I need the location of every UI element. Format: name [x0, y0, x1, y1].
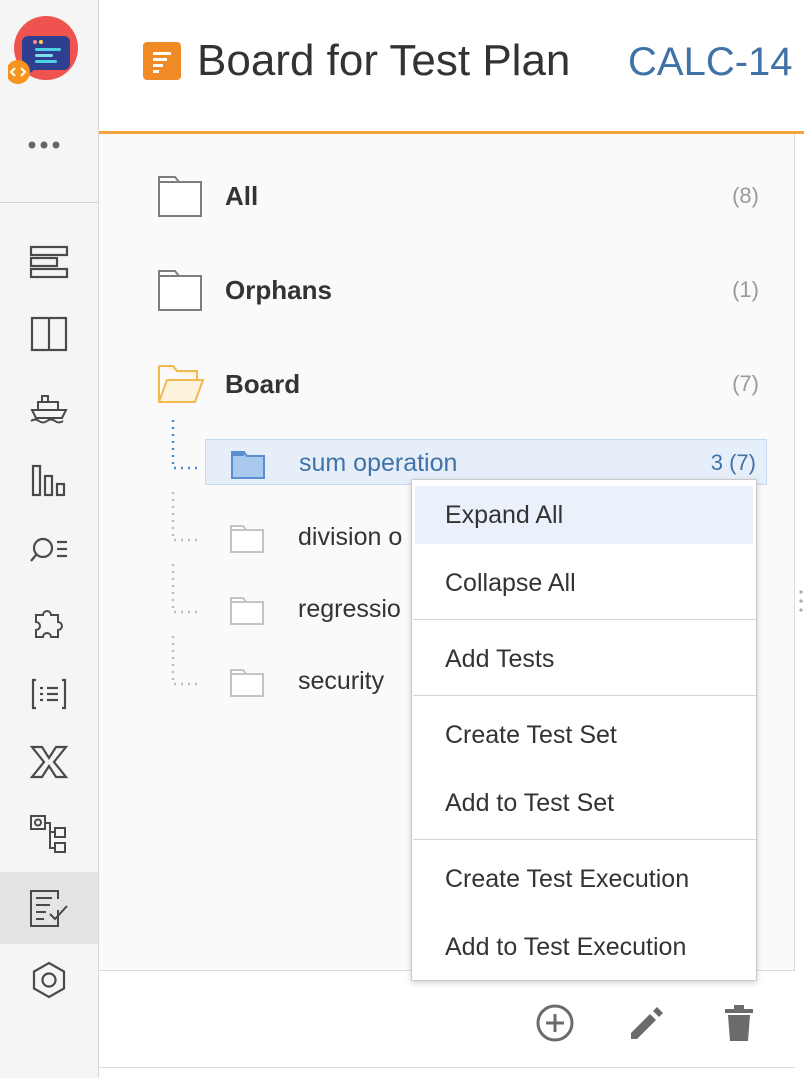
menu-separator [413, 695, 756, 696]
menu-item-label: Add to Test Set [445, 789, 615, 817]
sidebar-item-apps[interactable] [0, 586, 98, 658]
add-circle-icon [536, 1004, 574, 1042]
folder-icon [230, 669, 264, 697]
more-dots-icon[interactable] [22, 132, 66, 158]
tree-child-label: regressio [298, 595, 401, 623]
folder-context-menu: Expand All Collapse All Add Tests Create… [411, 479, 757, 981]
menu-item-expand-all[interactable]: Expand All [415, 486, 753, 544]
tree-folder-all[interactable]: All (8) [155, 168, 759, 224]
issue-key-link[interactable]: CALC-14 [628, 36, 793, 88]
tree-folder-label: All [225, 181, 259, 211]
settings-hexagon-icon [32, 961, 66, 999]
trash-icon [725, 1005, 753, 1041]
search-list-icon [30, 537, 67, 562]
tree-folder-label: Orphans [225, 275, 332, 305]
sidebar-divider [0, 202, 98, 203]
menu-item-label: Collapse All [445, 569, 576, 597]
delete-folder-button[interactable] [719, 1003, 759, 1043]
tree-folder-count: (7) [732, 371, 759, 396]
tree-folder-count: (1) [732, 277, 759, 302]
sidebar-item-hierarchy[interactable] [0, 798, 98, 870]
sidebar-item-board[interactable] [0, 298, 98, 370]
add-folder-button[interactable] [535, 1003, 575, 1043]
board-columns-icon [30, 316, 68, 352]
menu-item-create-test-set[interactable]: Create Test Set [415, 706, 753, 764]
folder-icon [158, 270, 202, 311]
sidebar-item-xray[interactable] [0, 726, 98, 798]
tree-folder-orphans[interactable]: Orphans (1) [155, 262, 759, 318]
folder-icon [158, 176, 202, 217]
splitter-handle[interactable] [799, 588, 803, 614]
hierarchy-icon [30, 815, 66, 853]
puzzle-icon [35, 610, 63, 638]
menu-item-label: Expand All [445, 501, 564, 529]
test-plan-board-icon [30, 890, 68, 927]
tree-folder-label: Board [225, 369, 301, 399]
tree-child-label: division o [298, 523, 403, 551]
edit-folder-button[interactable] [627, 1003, 667, 1043]
page-header: Board for Test Plan CALC-14 [99, 0, 804, 134]
sidebar-item-releases[interactable] [0, 370, 98, 442]
pencil-edit-icon [631, 1007, 663, 1039]
menu-separator [413, 619, 756, 620]
menu-separator [413, 839, 756, 840]
reports-bar-chart-icon [31, 464, 66, 497]
sidebar [0, 0, 99, 1078]
menu-item-create-test-execution[interactable]: Create Test Execution [415, 850, 753, 908]
tree-folder-count: (8) [732, 183, 759, 208]
menu-item-label: Create Test Set [445, 721, 617, 749]
menu-item-add-tests[interactable]: Add Tests [415, 630, 753, 688]
test-list-icon [31, 678, 67, 710]
sidebar-item-search[interactable] [0, 514, 98, 586]
menu-item-collapse-all[interactable]: Collapse All [415, 554, 753, 612]
menu-item-add-to-test-execution[interactable]: Add to Test Execution [415, 918, 753, 976]
folder-open-icon [158, 365, 205, 403]
panel-border [794, 134, 795, 1066]
folder-selected-icon [231, 451, 265, 479]
backlog-icon [29, 245, 69, 279]
folder-icon [230, 597, 264, 625]
tree-child-label: security [298, 667, 385, 695]
sidebar-item-backlog[interactable] [0, 226, 98, 298]
menu-item-label: Add Tests [445, 645, 555, 673]
tree-connectors [171, 420, 197, 686]
folder-icon [230, 525, 264, 553]
releases-ship-icon [30, 395, 68, 424]
tree-folder-board[interactable]: Board (7) [155, 356, 759, 412]
sidebar-item-test-plan-board[interactable] [0, 872, 98, 944]
sidebar-item-tests[interactable] [0, 658, 98, 730]
menu-item-add-to-test-set[interactable]: Add to Test Set [415, 774, 753, 832]
page-title: Board for Test Plan [197, 36, 571, 85]
sidebar-item-reports[interactable] [0, 444, 98, 516]
xray-icon [29, 745, 69, 779]
sidebar-item-settings[interactable] [0, 944, 98, 1016]
app-logo-icon[interactable] [6, 14, 84, 90]
menu-item-label: Create Test Execution [445, 865, 690, 893]
test-plan-issue-icon [143, 42, 181, 80]
menu-item-label: Add to Test Execution [445, 933, 687, 961]
tree-toolbar [99, 970, 795, 1068]
